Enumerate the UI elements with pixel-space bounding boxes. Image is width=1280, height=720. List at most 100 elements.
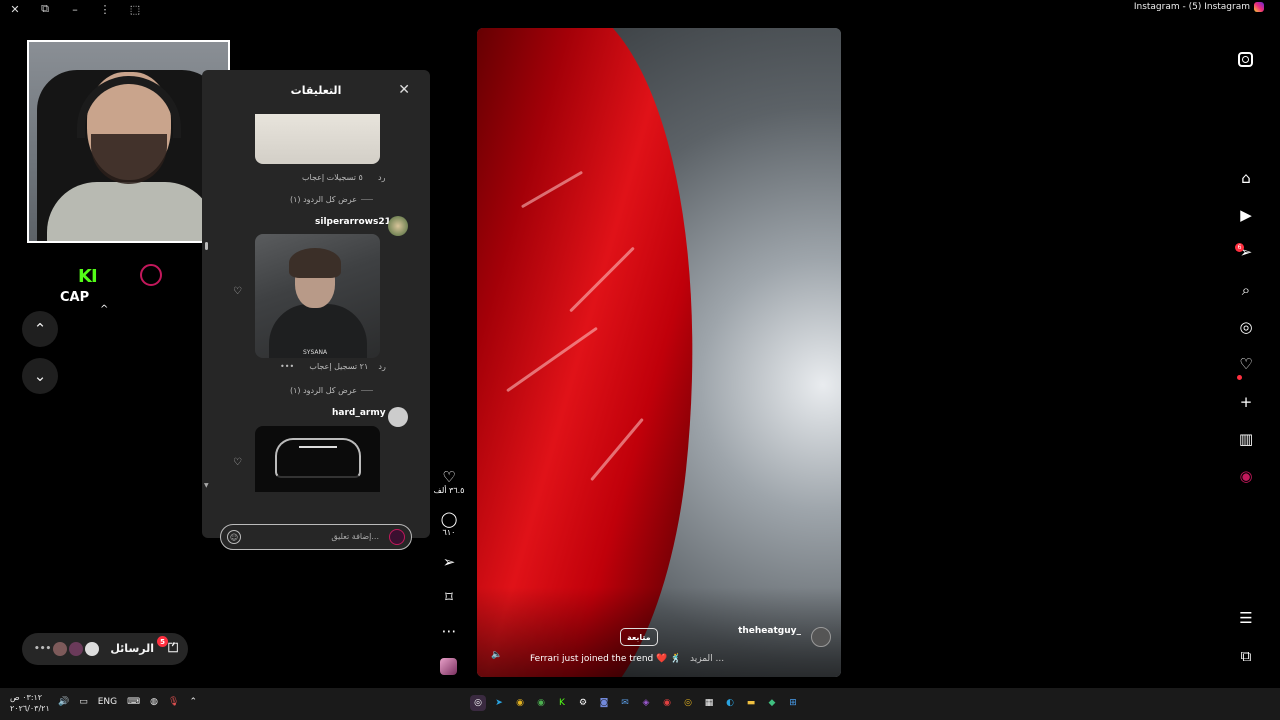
comment-image[interactable] — [255, 114, 380, 164]
follow-button[interactable]: متابعة — [620, 628, 658, 646]
speaker-icon: 🔈 — [491, 650, 503, 660]
nav-home[interactable]: ⌂ — [1234, 166, 1258, 190]
avatar — [389, 529, 405, 545]
next-reel-button[interactable]: ⌄ — [22, 358, 58, 394]
comment-username[interactable]: hard_army — [332, 408, 386, 418]
comment-username[interactable]: silperarrows21 — [315, 217, 391, 227]
discord-icon[interactable]: ◙ — [596, 695, 612, 711]
mute-button[interactable]: 🔈 — [491, 650, 502, 660]
window-menu-button[interactable]: ⋮ — [90, 0, 120, 18]
kebab-menu-icon: ⋮ — [99, 2, 111, 16]
avatar[interactable] — [388, 407, 408, 427]
like-comment-button[interactable]: ♡ — [233, 286, 242, 297]
chrome-icon[interactable]: ◉ — [512, 695, 528, 711]
view-replies-label: عرض كل الردود (١) — [290, 195, 357, 204]
volume-icon[interactable]: 🔊 — [58, 697, 69, 707]
image-car-grille — [299, 446, 337, 460]
comments-panel: التعليقات ✕ ▼ رد ٥ تسجيلات إعجاب عرض كل … — [202, 70, 430, 550]
add-comment-placeholder: إضافة تعليق... — [331, 532, 379, 541]
comment-icon: ◯ — [440, 510, 458, 528]
restore-window-button[interactable]: ⧉ — [30, 0, 60, 18]
nav-reels[interactable]: ▶ — [1234, 203, 1258, 227]
chrome-alt-icon[interactable]: ◎ — [680, 695, 696, 711]
messages-button[interactable]: ••• الرسائل 5 ⏍ — [22, 633, 188, 665]
record-icon[interactable]: ◉ — [659, 695, 675, 711]
more-options-button[interactable]: ⋯ — [433, 622, 465, 640]
comment-image[interactable]: SYSANA — [255, 234, 380, 358]
nav-also-from-meta[interactable]: ⧉ — [1234, 644, 1258, 668]
telegram-icon[interactable]: ➤ — [491, 695, 507, 711]
window-title-text: Instagram - (5) Instagram — [1133, 2, 1250, 12]
emoji-icon[interactable]: ☺ — [227, 530, 241, 544]
file-explorer-icon[interactable]: ▬ — [743, 695, 759, 711]
kick-icon[interactable]: K — [554, 695, 570, 711]
nav-explore[interactable]: ◎ — [1234, 315, 1258, 339]
apps-icon: ⧉ — [1240, 647, 1252, 665]
tray-app-icon[interactable]: ◍ — [150, 697, 158, 707]
add-comment-input[interactable]: ☺ إضافة تعليق... — [220, 524, 412, 550]
reply-link[interactable]: رد — [378, 173, 385, 182]
close-icon: ✕ — [10, 2, 20, 16]
chevron-down-icon: ⌄ — [33, 367, 47, 385]
nav-profile[interactable]: ◉ — [1234, 464, 1258, 488]
share-button[interactable]: ➢ — [433, 553, 465, 571]
likes-count[interactable]: ٢١ تسجيل إعجاب — [309, 362, 368, 371]
webcam-overlay — [27, 40, 230, 243]
chrome-profile-icon[interactable]: ◉ — [533, 695, 549, 711]
nav-search[interactable]: ⌕ — [1234, 278, 1258, 302]
nav-notifications[interactable]: ♡ — [1234, 352, 1258, 376]
restore-icon: ⧉ — [41, 2, 49, 15]
chevron-up-icon[interactable]: ⌃ — [189, 697, 197, 707]
keyboard-icon[interactable]: ⌨ — [127, 697, 140, 707]
instagram-logo-icon[interactable] — [1238, 52, 1253, 67]
reels-icon: ▶ — [1240, 206, 1252, 224]
audio-avatar[interactable] — [440, 658, 457, 675]
comment-image[interactable] — [255, 426, 380, 492]
heart-icon: ♡ — [442, 468, 456, 486]
mail-icon[interactable]: ✉ — [617, 695, 633, 711]
close-window-button[interactable]: ✕ — [0, 0, 30, 18]
language-indicator[interactable]: ENG — [98, 697, 117, 707]
clock-date: ٢٠٢٦/٠٣/٢١ — [10, 704, 50, 713]
view-replies[interactable]: عرض كل الردود (١) — [290, 195, 373, 204]
microphone-icon[interactable]: 🎙 — [168, 697, 179, 707]
likes-count[interactable]: ٥ تسجيلات إعجاب — [302, 173, 363, 182]
app-icon[interactable]: ◈ — [638, 695, 654, 711]
start-icon[interactable]: ⊞ — [785, 695, 801, 711]
messages-label: الرسائل — [110, 642, 154, 655]
save-button[interactable]: ⌑ — [433, 588, 465, 606]
instagram-app-icon — [1254, 2, 1264, 12]
network-icon[interactable]: ▭ — [79, 697, 88, 707]
bookmark-icon: ⌑ — [445, 588, 453, 606]
minimize-icon: – — [72, 2, 78, 16]
nav-more[interactable]: ☰ — [1234, 606, 1258, 630]
comment-button[interactable]: ◯ ٦١٠ — [433, 510, 465, 537]
reply-link[interactable]: رد — [378, 362, 385, 371]
comments-title: التعليقات — [290, 84, 342, 97]
more-options-icon[interactable]: ••• — [280, 362, 294, 371]
view-replies[interactable]: عرض كل الردود (١) — [290, 386, 373, 395]
nav-dashboard[interactable]: ▥ — [1234, 427, 1258, 451]
edge-icon[interactable]: ◐ — [722, 695, 738, 711]
extensions-button[interactable]: ⬚ — [120, 0, 150, 18]
scroll-down-arrow[interactable]: ▼ — [204, 482, 209, 489]
game-icon[interactable]: ◆ — [764, 695, 780, 711]
reel-username[interactable]: theheatguy_ — [738, 626, 801, 636]
like-comment-button[interactable]: ♡ — [233, 457, 242, 468]
comments-scrollbar[interactable] — [205, 242, 208, 250]
avatar[interactable] — [388, 216, 408, 236]
calculator-icon[interactable]: ▦ — [701, 695, 717, 711]
reel-video[interactable]: theheatguy_ متابعة Ferrari just joined t… — [477, 28, 841, 677]
avatar[interactable] — [811, 627, 831, 647]
instagram-taskbar-icon[interactable]: ◎ — [470, 695, 486, 711]
caption-more-link[interactable]: المزيد ... — [690, 654, 724, 664]
taskbar-clock[interactable]: ٠٣:١٢ ص ٢٠٢٦/٠٣/٢١ — [10, 692, 50, 714]
close-comments-button[interactable]: ✕ — [398, 82, 410, 98]
nav-create[interactable]: + — [1234, 390, 1258, 414]
minimize-window-button[interactable]: – — [60, 0, 90, 18]
reel-caption[interactable]: Ferrari just joined the trend ❤️ 🕺 المزي… — [530, 654, 724, 664]
close-icon: ✕ — [398, 82, 410, 98]
previous-reel-button[interactable]: ⌃ — [22, 311, 58, 347]
settings-icon[interactable]: ⚙ — [575, 695, 591, 711]
like-button[interactable]: ♡ ٣٦.٥ ألف — [433, 468, 465, 495]
